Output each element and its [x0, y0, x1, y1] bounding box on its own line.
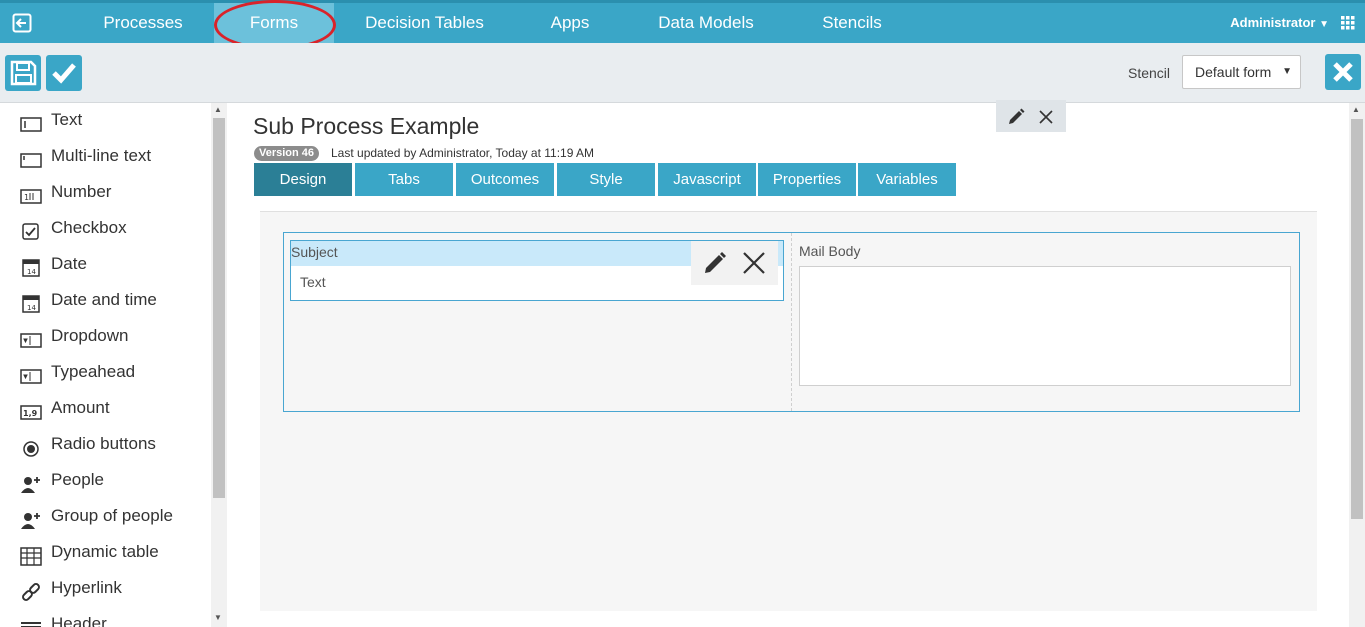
stencil-value: Default form	[1195, 64, 1272, 80]
svg-text:1,9: 1,9	[23, 409, 38, 418]
close-icon	[1333, 62, 1353, 82]
svg-text:1: 1	[24, 193, 29, 202]
tab-tabs[interactable]: Tabs	[355, 163, 453, 196]
group-add-icon	[21, 513, 40, 529]
palette-item-label: Header	[51, 614, 107, 627]
field-palette: Text Multi-line text 1 Number Checkbox 1…	[0, 103, 212, 627]
close-editor-button[interactable]	[1325, 54, 1361, 90]
number-icon: 1	[20, 189, 42, 204]
subject-field-label: Subject	[291, 244, 338, 260]
page-title: Sub Process Example	[253, 113, 480, 139]
column-divider	[791, 233, 792, 411]
form-editor: Sub Process Example Version 46 Last upda…	[228, 103, 1348, 627]
amount-icon: 1,9	[20, 405, 42, 420]
edit-container-icon[interactable]	[1006, 107, 1026, 127]
link-icon	[22, 583, 40, 601]
subject-field-type: Text	[300, 274, 326, 290]
table-icon	[20, 547, 42, 566]
tab-style[interactable]: Style	[557, 163, 655, 196]
subject-field[interactable]: Subject Text	[290, 240, 784, 301]
caret-down-icon: ▼	[1282, 66, 1292, 77]
nav-apps[interactable]: Apps	[530, 3, 610, 43]
palette-item-label: Date and time	[51, 290, 157, 309]
chevron-down-icon: ▼	[1319, 19, 1329, 30]
tab-variables[interactable]: Variables	[858, 163, 956, 196]
mail-body-label: Mail Body	[799, 243, 861, 259]
scroll-up-icon[interactable]: ▲	[214, 105, 222, 114]
scrollbar-thumb[interactable]	[1351, 119, 1363, 519]
svg-text:14: 14	[27, 304, 36, 312]
stencil-label: Stencil	[1128, 65, 1171, 81]
header-icon	[21, 622, 41, 627]
text-field-icon	[20, 117, 42, 132]
mail-body-textarea[interactable]	[799, 266, 1291, 386]
palette-item-label: Typeahead	[51, 362, 136, 381]
multiline-text-icon	[20, 153, 42, 168]
calendar-icon: 14	[22, 295, 40, 313]
scroll-down-icon[interactable]: ▼	[214, 613, 222, 622]
palette-item-label: Radio buttons	[51, 434, 156, 453]
user-name: Administrator	[1230, 15, 1316, 30]
palette-item-label: Text	[51, 110, 83, 129]
stencil-select[interactable]: Default form ▼	[1182, 55, 1301, 89]
palette-item-label: Dynamic table	[51, 542, 159, 561]
palette-item-label: Group of people	[51, 506, 173, 525]
validate-button[interactable]	[46, 55, 82, 91]
field-actions	[691, 241, 778, 285]
editor-toolbar: Stencil Default form ▼	[0, 43, 1365, 103]
two-column-container[interactable]: Subject Text Mail Body	[283, 232, 1300, 412]
design-canvas[interactable]: Subject Text Mail Body	[260, 211, 1317, 611]
checkbox-icon	[22, 223, 39, 240]
scroll-up-icon[interactable]: ▲	[1352, 105, 1360, 114]
apps-grid-icon[interactable]	[1341, 16, 1355, 30]
dropdown-icon	[20, 333, 42, 348]
palette-item-label: Hyperlink	[51, 578, 122, 597]
remove-container-icon[interactable]	[1036, 107, 1056, 127]
tab-javascript[interactable]: Javascript	[658, 163, 756, 196]
palette-item-label: Date	[51, 254, 87, 273]
container-actions	[996, 100, 1066, 132]
palette-item-label: Amount	[51, 398, 110, 417]
top-nav: Processes Forms Decision Tables Apps Dat…	[0, 0, 1365, 43]
palette-scrollbar[interactable]: ▲ ▼	[211, 103, 227, 627]
user-menu[interactable]: Administrator ▼	[1230, 3, 1329, 43]
svg-text:14: 14	[27, 268, 36, 276]
palette-item-label: Dropdown	[51, 326, 129, 345]
tab-outcomes[interactable]: Outcomes	[456, 163, 554, 196]
remove-field-icon[interactable]	[740, 249, 768, 277]
nav-processes[interactable]: Processes	[88, 3, 198, 43]
tab-design[interactable]: Design	[254, 163, 352, 196]
person-add-icon	[21, 477, 40, 493]
save-button[interactable]	[5, 55, 41, 91]
radio-icon	[23, 441, 39, 457]
last-updated-text: Last updated by Administrator, Today at …	[331, 146, 595, 160]
version-badge: Version 46	[254, 146, 320, 161]
typeahead-icon	[20, 369, 42, 384]
nav-data-models[interactable]: Data Models	[645, 3, 767, 43]
tab-properties[interactable]: Properties	[758, 163, 856, 196]
checkmark-icon	[52, 63, 76, 84]
nav-decision-tables[interactable]: Decision Tables	[352, 3, 497, 43]
nav-forms[interactable]: Forms	[214, 3, 334, 43]
palette-item-label: People	[51, 470, 104, 489]
main-scrollbar[interactable]: ▲	[1349, 103, 1365, 627]
save-icon	[10, 60, 37, 86]
palette-item-label: Multi-line text	[51, 146, 152, 165]
palette-item-label: Number	[51, 182, 112, 201]
scrollbar-thumb[interactable]	[213, 118, 225, 498]
calendar-icon: 14	[22, 259, 40, 277]
logout-icon[interactable]	[12, 13, 32, 33]
edit-field-icon[interactable]	[701, 249, 729, 277]
nav-stencils[interactable]: Stencils	[808, 3, 896, 43]
palette-item-label: Checkbox	[51, 218, 127, 237]
